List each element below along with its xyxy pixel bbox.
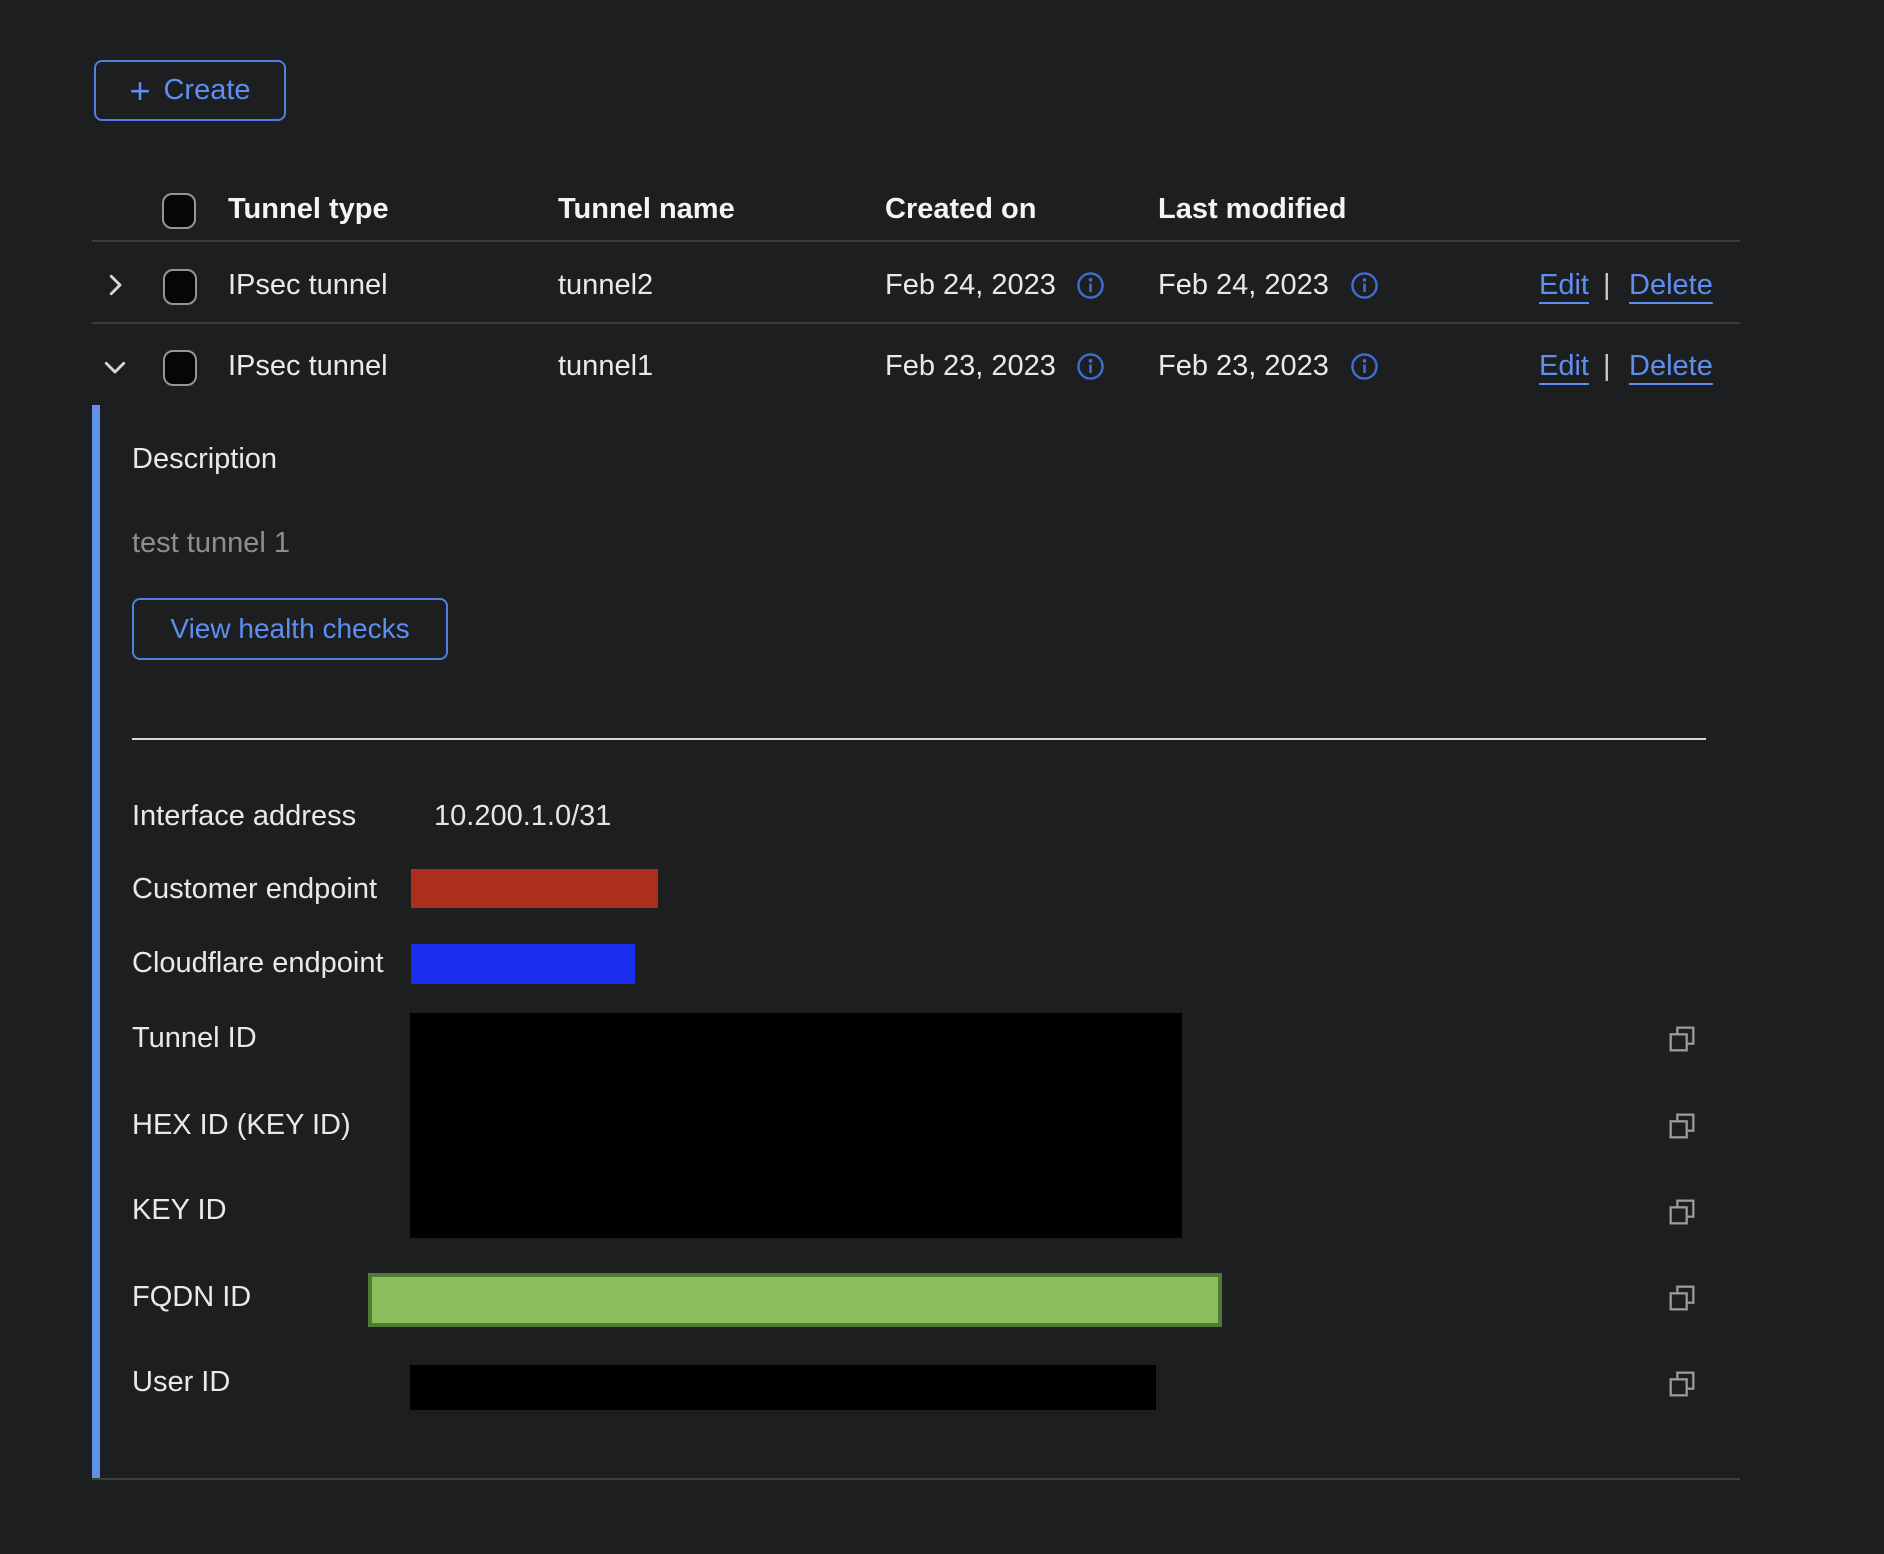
edit-button[interactable]: Edit — [1539, 267, 1589, 303]
details-divider — [132, 738, 1706, 740]
copy-key-id-button[interactable] — [1666, 1196, 1698, 1228]
action-separator: | — [1603, 348, 1611, 384]
copy-fqdn-id-button[interactable] — [1666, 1282, 1698, 1314]
info-icon[interactable] — [1076, 271, 1105, 300]
column-header-last-modified: Last modified — [1158, 191, 1347, 227]
last-modified-cell: Feb 24, 2023 — [1158, 267, 1329, 303]
view-health-checks-button[interactable]: View health checks — [132, 598, 448, 660]
interface-address-label: Interface address — [132, 798, 356, 834]
panel-bottom-divider — [92, 1478, 1740, 1480]
customer-endpoint-redacted-value — [411, 869, 658, 908]
row-divider — [92, 322, 1740, 324]
column-header-tunnel-type: Tunnel type — [228, 191, 389, 227]
plus-icon: + — [129, 73, 150, 109]
column-header-tunnel-name: Tunnel name — [558, 191, 735, 227]
select-all-checkbox[interactable] — [162, 193, 196, 229]
column-header-created-on: Created on — [885, 191, 1036, 227]
row-checkbox[interactable] — [163, 269, 197, 305]
copy-hex-id-button[interactable] — [1666, 1110, 1698, 1142]
view-health-checks-label: View health checks — [170, 613, 409, 645]
copy-tunnel-id-button[interactable] — [1666, 1023, 1698, 1055]
user-id-redacted-value — [410, 1365, 1156, 1410]
customer-endpoint-label: Customer endpoint — [132, 871, 377, 907]
chevron-down-icon[interactable] — [100, 352, 130, 382]
cloudflare-endpoint-redacted-value — [411, 944, 635, 984]
info-icon[interactable] — [1350, 352, 1379, 381]
key-id-label: KEY ID — [132, 1192, 227, 1228]
chevron-right-icon[interactable] — [100, 270, 130, 300]
create-button-label: Create — [163, 74, 250, 107]
tunnel-type-cell: IPsec tunnel — [228, 348, 388, 384]
create-button[interactable]: + Create — [94, 60, 286, 121]
tunnel-type-cell: IPsec tunnel — [228, 267, 388, 303]
row-checkbox[interactable] — [163, 350, 197, 386]
ids-redacted-value — [410, 1013, 1182, 1238]
tunnel-id-label: Tunnel ID — [132, 1020, 257, 1056]
delete-button[interactable]: Delete — [1629, 348, 1713, 384]
user-id-label: User ID — [132, 1364, 230, 1400]
info-icon[interactable] — [1076, 352, 1105, 381]
fqdn-id-label: FQDN ID — [132, 1279, 251, 1315]
description-value: test tunnel 1 — [132, 525, 290, 561]
last-modified-cell: Feb 23, 2023 — [1158, 348, 1329, 384]
interface-address-value: 10.200.1.0/31 — [434, 798, 611, 834]
created-on-cell: Feb 24, 2023 — [885, 267, 1056, 303]
ipsec-tunnels-page: + Create Tunnel type Tunnel name Created… — [0, 0, 1884, 1554]
action-separator: | — [1603, 267, 1611, 303]
hex-id-label: HEX ID (KEY ID) — [132, 1107, 351, 1143]
copy-user-id-button[interactable] — [1666, 1368, 1698, 1400]
created-on-cell: Feb 23, 2023 — [885, 348, 1056, 384]
cloudflare-endpoint-label: Cloudflare endpoint — [132, 945, 384, 981]
expanded-row-indicator-bar — [92, 405, 100, 1478]
tunnel-name-cell: tunnel1 — [558, 348, 653, 384]
info-icon[interactable] — [1350, 271, 1379, 300]
header-divider — [92, 240, 1740, 242]
fqdn-id-redacted-value — [368, 1273, 1222, 1327]
tunnel-name-cell: tunnel2 — [558, 267, 653, 303]
description-label: Description — [132, 441, 277, 477]
edit-button[interactable]: Edit — [1539, 348, 1589, 384]
delete-button[interactable]: Delete — [1629, 267, 1713, 303]
